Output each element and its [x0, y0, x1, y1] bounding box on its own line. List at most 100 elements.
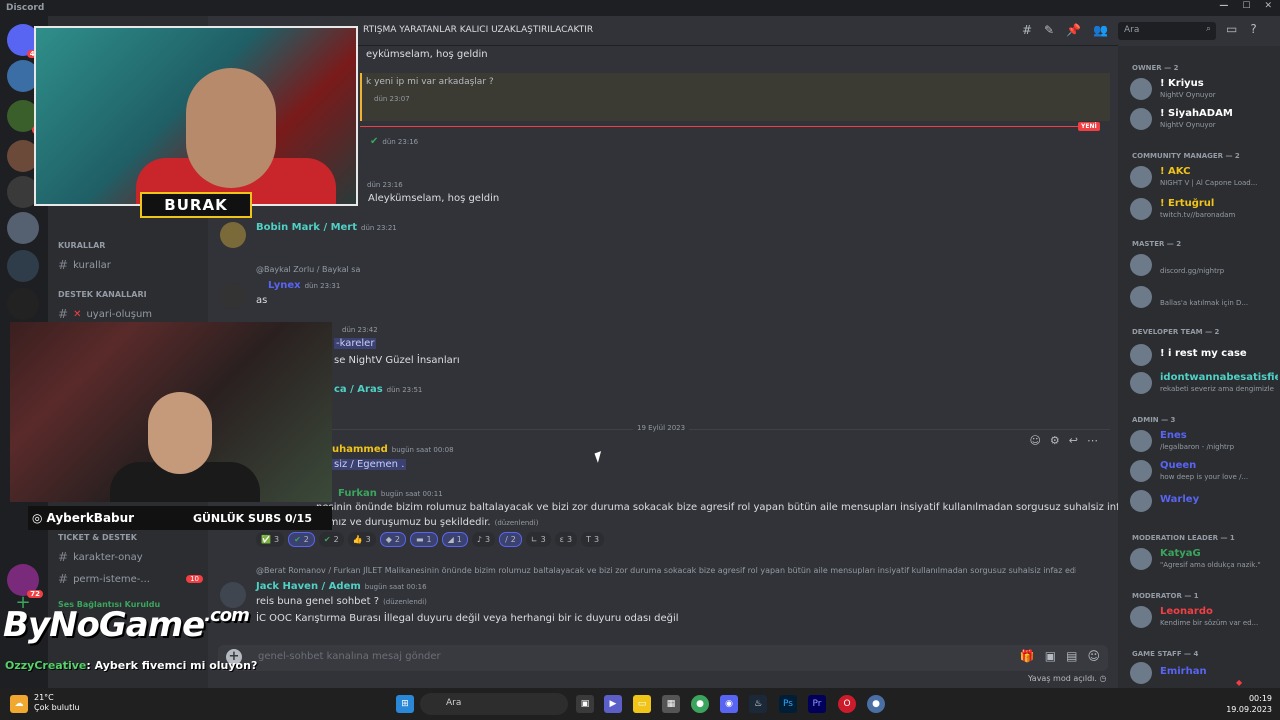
reaction[interactable]: ◢ 1 — [441, 532, 468, 547]
server-icon[interactable] — [7, 288, 39, 320]
member-group-header: ADMIN — 3 — [1132, 416, 1176, 424]
reaction[interactable]: ∟ 3 — [525, 532, 551, 547]
steam-icon[interactable]: ♨ — [749, 695, 767, 713]
channel-link[interactable]: -kareler — [334, 338, 377, 349]
system-clock[interactable]: 00:19 19.09.2023 — [1226, 693, 1272, 715]
channel-item[interactable]: # ✕ uyari-oluşum — [58, 307, 203, 321]
teams-icon[interactable]: ▶ — [604, 695, 622, 713]
discord-icon[interactable]: ◉ — [720, 695, 738, 713]
role-mention[interactable]: siz / Egemen . — [332, 459, 407, 470]
member-item[interactable]: ! i rest my case — [1130, 342, 1278, 370]
more-icon[interactable]: ⋯ — [1087, 434, 1098, 447]
minimize-icon[interactable]: — — [1219, 1, 1228, 11]
message-author[interactable]: Jack Haven / Adem — [256, 581, 361, 592]
search-input[interactable]: Ara ⌕ — [1118, 22, 1216, 40]
pin-icon[interactable]: 📌 — [1066, 23, 1081, 37]
reaction-count: 2 — [394, 535, 400, 544]
reaction[interactable]: ε3 — [554, 532, 578, 547]
message-author[interactable]: Bobin Mark / Mert — [256, 222, 357, 233]
member-item[interactable]: KatyaG "Agresif ama oldukça nazik." — [1130, 546, 1278, 574]
member-status: twitch.tv//baronadam — [1160, 211, 1236, 219]
app-icon[interactable]: ● — [867, 695, 885, 713]
photoshop-icon[interactable]: Ps — [779, 695, 797, 713]
notifications-icon[interactable]: ✎ — [1044, 23, 1054, 37]
opera-icon[interactable]: O — [838, 695, 856, 713]
file-explorer-icon[interactable]: ▭ — [633, 695, 651, 713]
message-author[interactable]: Lynex — [268, 280, 301, 291]
webcam-overlay-burak — [34, 26, 358, 206]
reaction[interactable]: ✅ 3 — [256, 532, 285, 547]
member-status: discord.gg/nightrp — [1160, 267, 1225, 275]
reaction[interactable]: ✔ 2 — [288, 532, 315, 547]
channel-item[interactable]: # perm-isteme-... 10 — [58, 572, 203, 586]
member-item[interactable]: Emirhan — [1130, 660, 1278, 688]
members-icon[interactable]: 👥 — [1093, 23, 1108, 37]
help-icon[interactable]: ? — [1250, 22, 1256, 36]
category-ticket[interactable]: TICKET & DESTEK — [58, 533, 137, 542]
member-name: ! Ertuğrul — [1160, 198, 1215, 209]
message-composer[interactable]: + genel-sohbet kanalına mesaj gönder 🎁 ▣… — [218, 645, 1108, 671]
emoji-icon: ♪ — [476, 535, 482, 544]
weather-icon[interactable]: ☁ — [10, 695, 28, 713]
title-bar: Discord — ☐ ✕ — [0, 0, 1280, 16]
task-view-icon[interactable]: ▣ — [576, 695, 594, 713]
reaction-count: 3 — [540, 535, 546, 544]
check-icon: ✔ — [323, 535, 331, 544]
channel-item[interactable]: # kurallar — [58, 258, 203, 272]
category-kurallar[interactable]: KURALLAR — [58, 241, 105, 250]
avatar[interactable] — [220, 222, 246, 248]
member-item[interactable]: ! SiyahADAM NightV Oynuyor — [1130, 106, 1278, 134]
sticker-icon[interactable]: ▤ — [1066, 649, 1077, 663]
category-destek[interactable]: DESTEK KANALLARI — [58, 290, 147, 299]
premiere-icon[interactable]: Pr — [808, 695, 826, 713]
avatar — [1130, 166, 1152, 188]
member-item[interactable]: ! AKC NIGHT V | Al Capone Load... — [1130, 164, 1278, 192]
message-text: İC OOC Karıştırma Burası İllegal duyuru … — [256, 613, 679, 624]
member-item[interactable]: Queen how deep is your love /... — [1130, 458, 1278, 486]
member-group-header: MODERATION LEADER — 1 — [1132, 534, 1235, 542]
reaction[interactable]: ♪ 3 — [471, 532, 496, 547]
member-item[interactable]: discord.gg/nightrp — [1130, 252, 1278, 280]
member-item[interactable]: Enes/legalbaron - /nightrp — [1130, 428, 1278, 456]
message-author[interactable]: Furkan — [338, 488, 377, 499]
inbox-icon[interactable]: ▭ — [1226, 22, 1237, 36]
reaction[interactable]: ✔ 2 — [318, 532, 344, 547]
emoji-icon[interactable]: ☺ — [1087, 649, 1100, 663]
channel-item[interactable]: # karakter-onay — [58, 550, 203, 564]
weather-widget[interactable]: 21°C Çok bulutlu — [34, 693, 80, 713]
member-name: Enes — [1160, 430, 1187, 441]
member-item[interactable]: Ballas'a katılmak için D... — [1130, 284, 1278, 312]
taskbar-search[interactable]: Ara — [420, 693, 568, 715]
gif-icon[interactable]: ▣ — [1045, 649, 1056, 663]
maximize-icon[interactable]: ☐ — [1242, 1, 1250, 11]
reply-preview[interactable]: @Berat Romanov / Furkan JİLET Malikanesi… — [256, 566, 1076, 575]
timestamp: dün 23:16 — [382, 138, 419, 146]
member-item[interactable]: idontwannabesatisfied rekabeti severiz am… — [1130, 370, 1278, 398]
reply-icon[interactable]: ↩ — [1069, 434, 1078, 447]
reaction[interactable]: ◆ 2 — [379, 532, 406, 547]
reply-preview[interactable]: @Baykal Zorlu / Baykal sa — [256, 265, 360, 274]
message-author[interactable]: uhammed — [332, 444, 388, 455]
store-icon[interactable]: ▦ — [662, 695, 680, 713]
threads-icon[interactable]: # — [1022, 23, 1032, 37]
member-item[interactable]: ! Ertuğrul twitch.tv//baronadam — [1130, 196, 1278, 224]
avatar[interactable] — [220, 283, 246, 309]
server-icon[interactable] — [7, 212, 39, 244]
close-icon[interactable]: ✕ — [1264, 1, 1272, 11]
app-icon[interactable]: ⚙ — [1050, 434, 1060, 447]
add-reaction-icon[interactable]: ☺ — [1029, 434, 1040, 447]
server-icon[interactable] — [7, 250, 39, 282]
member-item[interactable]: Warley — [1130, 488, 1278, 516]
gift-icon[interactable]: 🎁 — [1020, 649, 1035, 663]
member-item[interactable]: ! Kriyus NightV Oynuyor — [1130, 76, 1278, 104]
reaction[interactable]: 👍 3 — [347, 532, 376, 547]
windows-start-icon[interactable]: ⊞ — [396, 695, 414, 713]
reaction[interactable]: ▬ 1 — [409, 532, 438, 547]
chrome-icon[interactable]: ● — [691, 695, 709, 713]
reaction[interactable]: /2 — [499, 532, 522, 547]
member-status: rekabeti severiz ama dengimizle — [1160, 385, 1274, 393]
member-item[interactable]: Leonardo Kendime bir sözüm var ed... — [1130, 604, 1278, 632]
reaction[interactable]: T3 — [581, 532, 605, 547]
message-author[interactable]: ca / Aras — [334, 384, 383, 395]
subs-goal: GÜNLÜK SUBS 0/15 — [192, 511, 312, 525]
